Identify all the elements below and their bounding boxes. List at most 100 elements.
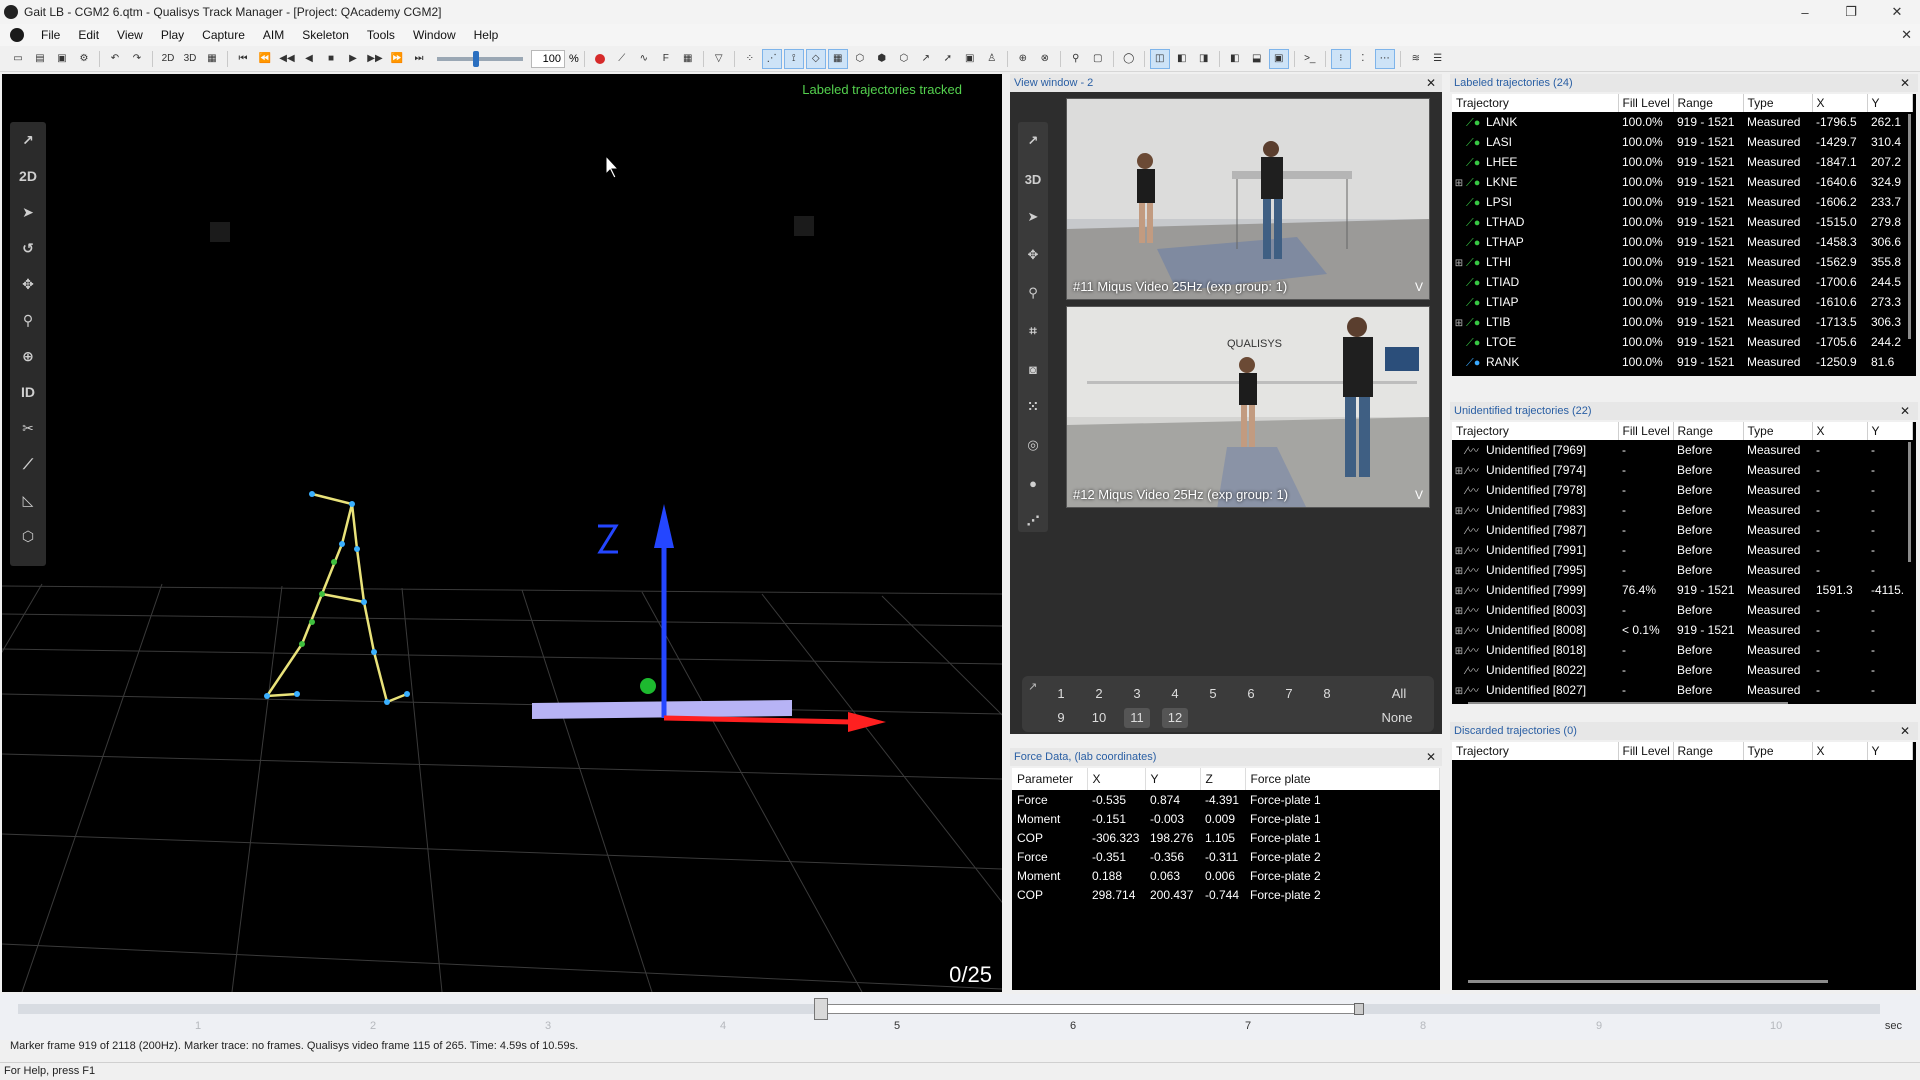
first-frame-icon[interactable]: ⏮ [233, 49, 253, 69]
center-icon[interactable]: ⊕ [10, 338, 46, 374]
close-document-icon[interactable]: ✕ [1901, 27, 1912, 43]
open-folder-icon[interactable]: ▤ [30, 49, 50, 69]
camera-button-6[interactable]: 6 [1238, 684, 1264, 704]
expand-icon[interactable]: ⊞ [1452, 546, 1466, 557]
trajectory-row[interactable]: ⁄〰 Unidentified [7987] - Before Measured - - [1452, 520, 1912, 540]
cut-icon[interactable]: ✂ [10, 410, 46, 446]
column-header[interactable]: Type [1743, 742, 1813, 760]
panel-bottom-icon[interactable]: ⬓ [1247, 49, 1267, 69]
grid-icon[interactable]: ▦ [678, 49, 698, 69]
step-back-icon[interactable]: ◀◀ [277, 49, 297, 69]
trajectory-row[interactable]: ⟋● LPSI 100.0% 919 - 1521 Measured -1606.2 233… [1452, 192, 1912, 212]
select-no-cameras-button[interactable]: None [1376, 708, 1418, 728]
switch-3d-button[interactable]: 3D [1018, 160, 1048, 198]
snapshot-icon[interactable]: ◙ [1018, 350, 1048, 388]
vertical-scrollbar[interactable] [1908, 114, 1911, 339]
cube-view-icon[interactable]: ⬡ [10, 518, 46, 554]
horizontal-scrollbar[interactable] [1468, 980, 1828, 983]
horizontal-scrollbar[interactable] [1468, 702, 1788, 704]
bone-icon[interactable]: ⟋ [10, 446, 46, 482]
camera-button-5[interactable]: 5 [1200, 684, 1226, 704]
person-icon[interactable]: ⚲ [1066, 49, 1086, 69]
mask-icon[interactable]: ⁙ [1018, 388, 1048, 426]
camera-button-2[interactable]: 2 [1086, 684, 1112, 704]
column-header[interactable]: Type [1743, 94, 1813, 112]
save-icon[interactable]: ▣ [52, 49, 72, 69]
close-icon[interactable]: ✕ [1900, 722, 1910, 740]
play-icon[interactable]: ▶ [343, 49, 363, 69]
plane-icon[interactable]: ◇ [805, 48, 826, 69]
camera-view-12[interactable]: QUALISYS #12 Miqus Video 25Hz (exp group… [1066, 306, 1430, 508]
expand-icon[interactable]: ⊞ [1452, 686, 1466, 697]
undo-icon[interactable]: ↶ [105, 49, 125, 69]
trajectory-row[interactable]: ⟋● LTHAD 100.0% 919 - 1521 Measured -1515.0 27… [1452, 212, 1912, 232]
menu-aim[interactable]: AIM [254, 28, 293, 42]
rewind-fast-icon[interactable]: ⏪ [255, 49, 275, 69]
trajectory-row[interactable]: ⊞ ⁄〰 Unidentified [8003] - Before Measured - - [1452, 600, 1912, 620]
column-header[interactable]: Y [1867, 742, 1913, 760]
video-icon[interactable]: ▦ [202, 49, 222, 69]
expand-icon[interactable]: ⊞ [1452, 606, 1466, 617]
terminal-icon[interactable]: >_ [1300, 49, 1320, 69]
rigid-body-icon[interactable]: ⬢ [872, 49, 892, 69]
cube-icon[interactable]: ⬡ [894, 49, 914, 69]
column-header[interactable]: Y [1867, 422, 1913, 440]
trajectory-row[interactable]: ⊞ ⁄〰 Unidentified [7974] - Before Measured - - [1452, 460, 1912, 480]
trajectory-row[interactable]: ⊞ ⁄〰 Unidentified [7983] - Before Measured - - [1452, 500, 1912, 520]
camera-button-3[interactable]: 3 [1124, 684, 1150, 704]
expand-icon[interactable]: ⊞ [1452, 318, 1466, 329]
spline-icon[interactable]: ∿ [634, 49, 654, 69]
rotate-icon[interactable]: ↺ [10, 230, 46, 266]
column-header[interactable]: X [1812, 422, 1868, 440]
select-all-cameras-button[interactable]: All [1382, 684, 1416, 704]
camera-button-1[interactable]: 1 [1048, 684, 1074, 704]
column-header[interactable]: X [1812, 742, 1868, 760]
trajectory-row[interactable]: ⊞ ⁄〰 Unidentified [7991] - Before Measured - - [1452, 540, 1912, 560]
playback-speed-field[interactable]: 100 [531, 49, 565, 68]
trajectory-row[interactable]: ⟋● LASI 100.0% 919 - 1521 Measured -1429.7 310… [1452, 132, 1912, 152]
menu-capture[interactable]: Capture [193, 28, 254, 42]
3d-view[interactable]: Labeled trajectories tracked ↗ 2D ➤ ↺ ✥ … [2, 74, 1002, 992]
menu-skeleton[interactable]: Skeleton [293, 28, 358, 42]
nodes-icon[interactable]: ⋰ [1018, 502, 1048, 540]
stop-icon[interactable]: ■ [321, 49, 341, 69]
trajectory-row[interactable]: ⟋● LTIAP 100.0% 919 - 1521 Measured -1610.6 27… [1452, 292, 1912, 312]
column-header[interactable]: Trajectory [1452, 94, 1619, 112]
trajectory-row[interactable]: ⊞ ⟋● LKNE 100.0% 919 - 1521 Measured -1640.6 32… [1452, 172, 1912, 192]
camera-view-11[interactable]: #11 Miqus Video 25Hz (exp group: 1) V [1066, 98, 1430, 300]
trajectory-row[interactable]: ⊞ ⟋● LTHI 100.0% 919 - 1521 Measured -1562.9 35… [1452, 252, 1912, 272]
expand-icon[interactable]: ↗ [1018, 122, 1048, 160]
move-icon[interactable]: ✥ [10, 266, 46, 302]
camera-button-9[interactable]: 9 [1048, 708, 1074, 728]
menu-window[interactable]: Window [404, 28, 465, 42]
trajectory-row[interactable]: ⟋● LANK 100.0% 919 - 1521 Measured -1796.5 262… [1452, 112, 1912, 132]
layout-3-icon[interactable]: ◨ [1194, 49, 1214, 69]
column-header[interactable]: Range [1673, 742, 1744, 760]
view-3d-button[interactable]: 3D [180, 49, 200, 69]
trace-icon[interactable]: ⋰ [761, 48, 782, 69]
expand-icon[interactable]: ⊞ [1452, 258, 1466, 269]
crop-icon[interactable]: ⌗ [1018, 312, 1048, 350]
new-file-icon[interactable]: ▭ [8, 49, 28, 69]
menu-file[interactable]: File [32, 28, 69, 42]
camera-button-10[interactable]: 10 [1086, 708, 1112, 728]
column-header[interactable]: X [1087, 768, 1146, 790]
close-icon[interactable]: ✕ [1900, 74, 1910, 92]
arrow-icon[interactable]: ➚ [938, 49, 958, 69]
zoom-icon[interactable]: ⚲ [1018, 274, 1048, 312]
circle-icon[interactable]: ● [1018, 464, 1048, 502]
column-header[interactable]: Fill Level [1618, 742, 1674, 760]
column-header[interactable]: Parameter [1012, 768, 1088, 790]
camera-button-8[interactable]: 8 [1314, 684, 1340, 704]
layout-icon[interactable]: ◫ [1149, 48, 1170, 69]
filter-button[interactable]: F [656, 49, 676, 69]
column-header[interactable]: Force plate [1245, 768, 1440, 790]
discarded-list-icon[interactable]: ⋯ [1374, 48, 1395, 69]
trajectory-row[interactable]: ⟋● LTIAD 100.0% 919 - 1521 Measured -1700.6 24… [1452, 272, 1912, 292]
step-forward-icon[interactable]: ▶▶ [365, 49, 385, 69]
column-header[interactable]: Z [1200, 768, 1246, 790]
column-header[interactable]: Trajectory [1452, 422, 1619, 440]
timeline[interactable]: 1 2 3 4 5 6 7 8 9 10 sec [0, 994, 1920, 1040]
timeline-cursor[interactable] [814, 998, 828, 1020]
switch-2d-button[interactable]: 2D [10, 158, 46, 194]
